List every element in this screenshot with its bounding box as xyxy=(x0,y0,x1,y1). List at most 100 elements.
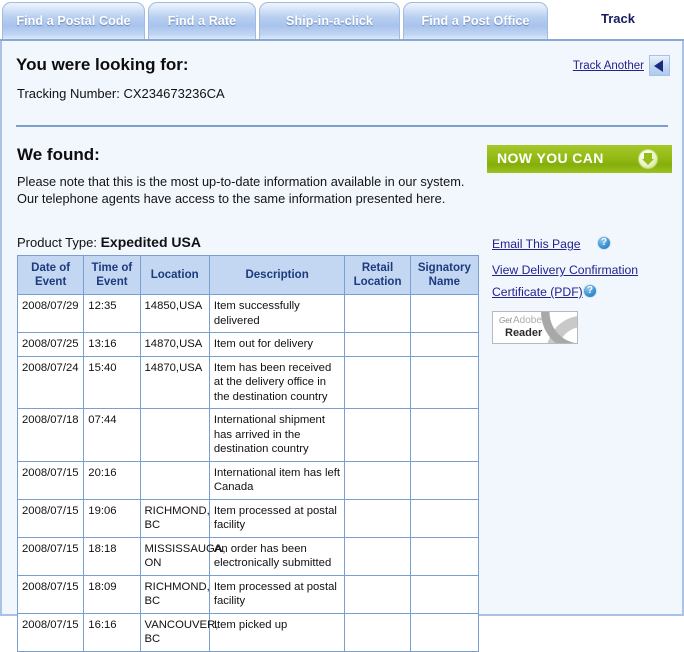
column-header-signatory-name: Signatory Name xyxy=(409,255,480,295)
availability-note: Please note that this is the most up-to-… xyxy=(17,174,465,206)
get-adobe-reader-button[interactable]: Get Adobe Reader xyxy=(492,311,578,344)
cell-signatory-name xyxy=(409,408,480,462)
cell-retail-location xyxy=(344,536,411,576)
section-divider xyxy=(16,125,668,127)
tab-track-active[interactable]: Track xyxy=(566,2,670,38)
cell-signatory-name xyxy=(409,536,480,576)
tab-find-a-post-office[interactable]: Find a Post Office xyxy=(403,2,548,40)
tracking-page: Find a Postal Code Find a Rate Ship-in-a… xyxy=(0,0,684,652)
tracking-events-table: Date of Event Time of Event Location Des… xyxy=(16,255,480,652)
help-question-icon-certificate[interactable]: ? xyxy=(583,284,597,298)
cell-description: International shipment has arrived in th… xyxy=(208,408,346,462)
cell-signatory-name xyxy=(409,294,480,333)
cell-date: 2008/07/24 xyxy=(16,355,85,409)
table-row: 2008/07/15 19:06 RICHMOND, BC Item processe… xyxy=(16,498,480,538)
product-type-label: Product Type: xyxy=(17,235,101,250)
tab-find-a-rate[interactable]: Find a Rate xyxy=(148,2,256,40)
now-you-can-banner: NOW YOU CAN xyxy=(487,145,672,173)
product-type-row: Product Type: Expedited USA xyxy=(17,234,201,250)
we-found-heading: We found: xyxy=(17,145,100,164)
main-tab-bar: Find a Postal Code Find a Rate Ship-in-a… xyxy=(0,0,684,41)
table-row: 2008/07/18 07:44 International shipment ha… xyxy=(16,408,480,462)
cell-date: 2008/07/15 xyxy=(16,612,85,652)
cell-retail-location xyxy=(344,498,411,538)
table-row: 2008/07/15 16:16 VANCOUVER, BC Item picked … xyxy=(16,612,480,652)
cell-retail-location xyxy=(344,294,411,333)
view-delivery-confirmation-link[interactable]: View Delivery Confirmation xyxy=(492,263,638,277)
page-body: You were looking for: Tracking Number: C… xyxy=(0,41,684,652)
cell-signatory-name xyxy=(409,332,480,357)
cell-location: RICHMOND, BC xyxy=(139,574,210,614)
back-arrow-icon[interactable] xyxy=(649,55,670,76)
cell-description: Item successfully delivered xyxy=(208,294,346,333)
tab-find-a-postal-code[interactable]: Find a Postal Code xyxy=(2,2,145,40)
cell-time: 20:16 xyxy=(83,460,141,500)
cell-date: 2008/07/15 xyxy=(16,460,85,500)
cell-date: 2008/07/15 xyxy=(16,536,85,576)
cell-date: 2008/07/15 xyxy=(16,498,85,538)
adobe-swoosh-icon xyxy=(539,312,577,343)
adobe-brand-label: Adobe xyxy=(513,315,542,326)
cell-time: 15:40 xyxy=(83,355,141,409)
tab-ship-in-a-click[interactable]: Ship-in-a-click xyxy=(259,2,400,40)
table-row: 2008/07/15 18:09 RICHMOND, BC Item processe… xyxy=(16,574,480,614)
cell-location: 14870,USA xyxy=(139,355,210,409)
table-row: 2008/07/25 13:16 14870,USA Item out for del… xyxy=(16,332,480,357)
cell-date: 2008/07/15 xyxy=(16,574,85,614)
back-arrow-glyph xyxy=(654,60,663,72)
track-another-link[interactable]: Track Another xyxy=(573,60,644,72)
table-row: 2008/07/15 20:16 International item has le… xyxy=(16,460,480,500)
download-arrow-head xyxy=(642,159,654,165)
cell-location: 14850,USA xyxy=(139,294,210,333)
table-row: 2008/07/15 18:18 MISSISSAUGA, ON An order h… xyxy=(16,536,480,576)
cell-time: 07:44 xyxy=(83,408,141,462)
cell-description: Item has been received at the delivery o… xyxy=(208,355,346,409)
table-row: 2008/07/24 15:40 14870,USA Item has been re… xyxy=(16,355,480,409)
cell-description: An order has been electronically submitt… xyxy=(208,536,346,576)
cell-location: MISSISSAUGA, ON xyxy=(139,536,226,576)
product-type-value: Expedited USA xyxy=(100,234,201,250)
cell-time: 18:18 xyxy=(83,536,141,576)
adobe-get-label: Get xyxy=(499,316,512,325)
cell-description: Item processed at postal facility xyxy=(208,574,346,614)
now-you-can-title: NOW YOU CAN xyxy=(497,150,604,166)
cell-retail-location xyxy=(344,460,411,500)
cell-date: 2008/07/29 xyxy=(16,294,85,333)
now-you-can-sidebar: NOW YOU CAN Email This Page ? View Deliv… xyxy=(487,145,673,344)
cell-description: Item out for delivery xyxy=(208,332,346,357)
cell-date: 2008/07/25 xyxy=(16,332,85,357)
cell-time: 16:16 xyxy=(83,612,141,652)
cell-retail-location xyxy=(344,612,411,652)
table-body: 2008/07/29 12:35 14850,USA Item successfull… xyxy=(16,294,480,652)
cell-time: 18:09 xyxy=(83,574,141,614)
cell-location: 14870,USA xyxy=(139,332,210,357)
cell-description: International item has left Canada xyxy=(208,460,346,500)
cell-retail-location xyxy=(344,332,411,357)
cell-description: Item picked up xyxy=(208,612,346,652)
cell-date: 2008/07/18 xyxy=(16,408,85,462)
cell-signatory-name xyxy=(409,574,480,614)
cell-time: 19:06 xyxy=(83,498,141,538)
cell-signatory-name xyxy=(409,460,480,500)
column-header-location: Location xyxy=(139,255,210,295)
cell-retail-location xyxy=(344,408,411,462)
adobe-reader-label: Reader xyxy=(505,327,543,339)
column-header-time-of-event: Time of Event xyxy=(83,255,141,295)
cell-retail-location xyxy=(344,574,411,614)
table-row: 2008/07/29 12:35 14850,USA Item successfull… xyxy=(16,294,480,333)
email-this-page-link[interactable]: Email This Page xyxy=(492,237,581,251)
cell-description: Item processed at postal facility xyxy=(208,498,346,538)
cell-location xyxy=(139,408,210,462)
cell-location xyxy=(139,460,210,500)
help-question-icon-email[interactable]: ? xyxy=(597,236,611,250)
cell-time: 12:35 xyxy=(83,294,141,333)
cell-signatory-name xyxy=(409,498,480,538)
cell-time: 13:16 xyxy=(83,332,141,357)
cell-retail-location xyxy=(344,355,411,409)
tracking-number-text: Tracking Number: CX234673236CA xyxy=(17,86,225,101)
cell-location: VANCOUVER, BC xyxy=(139,612,218,652)
download-arrow-icon xyxy=(638,149,658,169)
column-header-description: Description xyxy=(208,255,346,295)
certificate-pdf-link[interactable]: Certificate (PDF) xyxy=(492,285,583,299)
cell-location: RICHMOND, BC xyxy=(139,498,210,538)
